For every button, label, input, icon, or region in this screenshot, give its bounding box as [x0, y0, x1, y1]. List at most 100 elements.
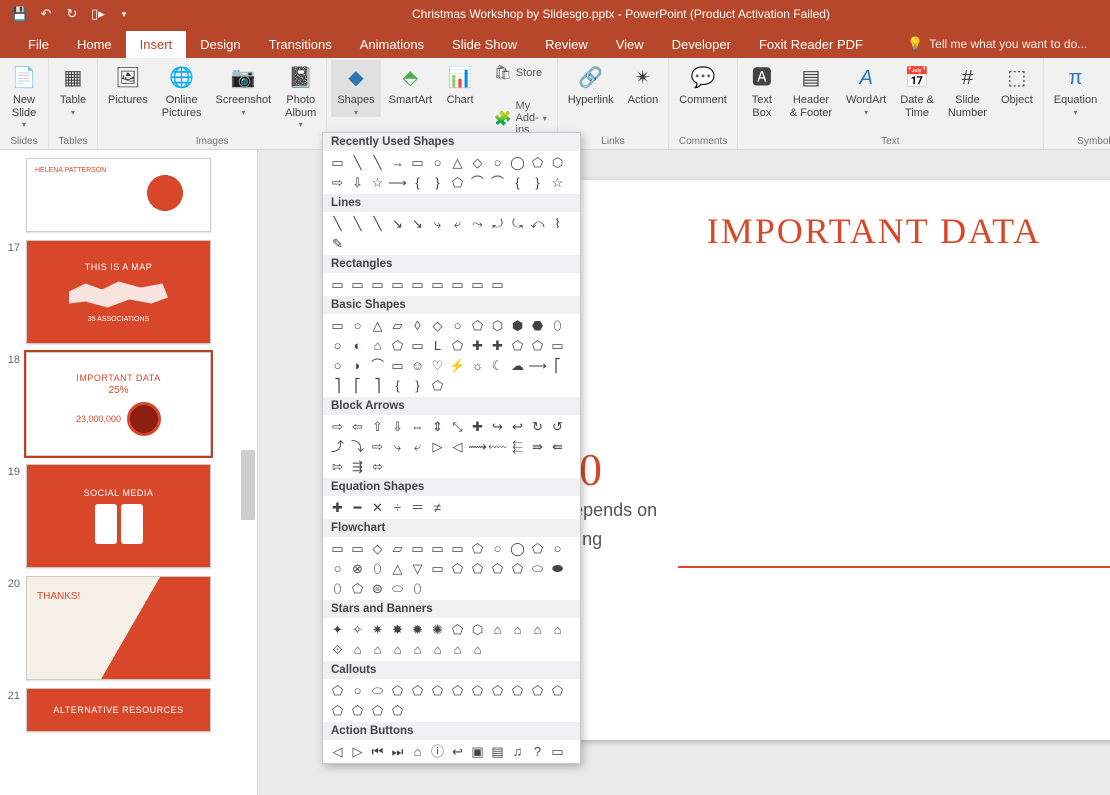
shape-option[interactable]: ⬠	[469, 317, 486, 334]
slide-thumb-20[interactable]: THANKS!	[26, 576, 211, 680]
shape-option[interactable]: ⎤	[329, 377, 346, 394]
shape-option[interactable]: ⤵	[349, 438, 366, 455]
shape-option[interactable]: ▭	[329, 317, 346, 334]
new-slide-button[interactable]: 📄 New Slide ▾	[4, 60, 44, 129]
shape-option[interactable]: ▭	[409, 540, 426, 557]
shape-option[interactable]: ⤷	[389, 438, 406, 455]
shape-option[interactable]: ☁	[509, 357, 526, 374]
shape-option[interactable]: ⏭	[389, 743, 406, 760]
store-button[interactable]: 🛍 Store	[494, 64, 542, 81]
shape-option[interactable]: ▤	[489, 743, 506, 760]
shape-option[interactable]: ⌒	[469, 174, 486, 191]
shape-option[interactable]: ⇔	[409, 418, 426, 435]
hyperlink-button[interactable]: 🔗 Hyperlink	[562, 60, 620, 107]
shape-option[interactable]: ⬠	[529, 682, 546, 699]
redo-icon[interactable]: ↻	[64, 6, 80, 22]
shape-option[interactable]: ○	[549, 540, 566, 557]
shape-option[interactable]: L	[429, 337, 446, 354]
shape-option[interactable]: ○	[429, 154, 446, 171]
textbox-button[interactable]: 🅰 Text Box	[742, 60, 782, 119]
shape-option[interactable]: ⎡	[549, 357, 566, 374]
shape-option[interactable]: ⬭	[529, 560, 546, 577]
shapes-gallery-dropdown[interactable]: Recently Used Shapes ▭╲╲→▭○△◇○◯⬠⬡⇨⇩☆⟶{}⬠…	[322, 132, 581, 764]
shape-option[interactable]: ⬠	[529, 540, 546, 557]
shape-option[interactable]: ━	[349, 499, 366, 516]
shape-option[interactable]: ⬠	[349, 580, 366, 597]
shape-option[interactable]: ◇	[429, 317, 446, 334]
shape-option[interactable]: ⟿	[469, 438, 486, 455]
shape-option[interactable]: ⌇	[549, 215, 566, 232]
shape-option[interactable]: ▭	[489, 276, 506, 293]
shape-option[interactable]: ⌂	[529, 621, 546, 638]
shape-option[interactable]: ▭	[349, 276, 366, 293]
slide-thumb-18[interactable]: IMPORTANT DATA 25% 23,000,000	[26, 352, 211, 456]
shape-option[interactable]: ☾	[489, 357, 506, 374]
shape-option[interactable]: ○	[349, 317, 366, 334]
shape-option[interactable]: ⌂	[369, 641, 386, 658]
shape-option[interactable]: ↩	[449, 743, 466, 760]
shape-option[interactable]: ⬠	[409, 682, 426, 699]
shape-option[interactable]: ○	[489, 540, 506, 557]
slide-thumb-17[interactable]: THIS IS A MAP 35 ASSOCIATIONS	[26, 240, 211, 344]
shape-option[interactable]: ⬡	[469, 621, 486, 638]
shape-option[interactable]: ↺	[549, 418, 566, 435]
shape-option[interactable]: ▷	[349, 743, 366, 760]
header-footer-button[interactable]: ▤ Header & Footer	[784, 60, 838, 119]
shape-option[interactable]: ◐	[349, 337, 366, 354]
shape-option[interactable]: ⬠	[489, 560, 506, 577]
shape-option[interactable]: ⇶	[349, 458, 366, 475]
shape-option[interactable]: ▭	[409, 337, 426, 354]
shape-option[interactable]: ▽	[409, 560, 426, 577]
shape-option[interactable]: ✧	[349, 621, 366, 638]
shape-option[interactable]: ⌂	[449, 641, 466, 658]
shape-option[interactable]: ✎	[329, 235, 346, 252]
shape-option[interactable]: ○	[449, 317, 466, 334]
shape-option[interactable]: ↪	[489, 418, 506, 435]
shape-option[interactable]: ⓘ	[429, 743, 446, 760]
shape-option[interactable]: ⇰	[329, 458, 346, 475]
shape-option[interactable]: ⤾	[489, 215, 506, 232]
shape-option[interactable]: ⌂	[509, 621, 526, 638]
shape-option[interactable]: ⬠	[469, 540, 486, 557]
shape-option[interactable]: ◊	[409, 317, 426, 334]
shape-option[interactable]: ⇦	[349, 418, 366, 435]
shape-option[interactable]: ⎡	[349, 377, 366, 394]
shape-option[interactable]: ╲	[349, 154, 366, 171]
tab-home[interactable]: Home	[63, 31, 126, 58]
symbol-button[interactable]: Ω Syr	[1105, 60, 1110, 107]
shape-option[interactable]: }	[529, 174, 546, 191]
shape-option[interactable]: ✹	[409, 621, 426, 638]
shape-option[interactable]: ⌂	[469, 641, 486, 658]
shape-option[interactable]: ╲	[329, 215, 346, 232]
shape-option[interactable]: ⬠	[389, 337, 406, 354]
shape-option[interactable]: ⌒	[489, 174, 506, 191]
shape-option[interactable]: ○	[329, 357, 346, 374]
shape-option[interactable]: ▭	[449, 540, 466, 557]
shape-option[interactable]: ◇	[469, 154, 486, 171]
tab-view[interactable]: View	[602, 31, 658, 58]
shape-option[interactable]: ⬠	[449, 682, 466, 699]
shape-option[interactable]: ⟶	[529, 357, 546, 374]
shape-option[interactable]: ⌂	[429, 641, 446, 658]
shape-option[interactable]: ○	[329, 337, 346, 354]
equation-button[interactable]: π Equation ▾	[1048, 60, 1103, 117]
shape-option[interactable]: ▭	[429, 276, 446, 293]
shape-option[interactable]: ▭	[429, 540, 446, 557]
shape-option[interactable]: ▭	[329, 276, 346, 293]
shape-option[interactable]: ＝	[409, 499, 426, 516]
shape-option[interactable]: ⊗	[349, 560, 366, 577]
shape-option[interactable]: ⬠	[469, 560, 486, 577]
slide-thumb-19[interactable]: SOCIAL MEDIA	[26, 464, 211, 568]
shape-option[interactable]: ↻	[529, 418, 546, 435]
shape-option[interactable]: ⌂	[409, 641, 426, 658]
shape-option[interactable]: ⬠	[449, 560, 466, 577]
shape-option[interactable]: ⬄	[369, 458, 386, 475]
shape-option[interactable]: ⬠	[349, 702, 366, 719]
shape-option[interactable]: ⬠	[489, 682, 506, 699]
shape-option[interactable]: ⬠	[329, 682, 346, 699]
shape-option[interactable]: ⬳	[489, 438, 506, 455]
shape-option[interactable]: ⟐	[329, 641, 346, 658]
shape-option[interactable]: ▭	[409, 276, 426, 293]
shape-option[interactable]: ?	[529, 743, 546, 760]
shape-option[interactable]: ↩	[509, 418, 526, 435]
